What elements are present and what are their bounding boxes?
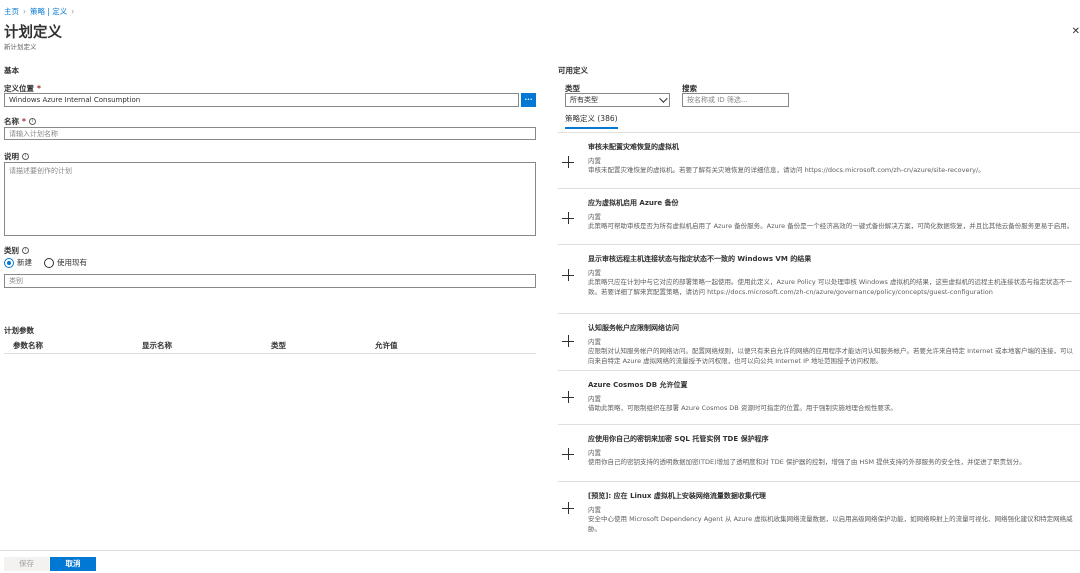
policy-description: 审核未配置灾难恢复的虚拟机。若要了解有关灾难恢复的详细信息，请访问 https:… bbox=[588, 166, 985, 174]
list-item: 应为虚拟机启用 Azure 备份 内置 此策略可帮助审核是否为所有虚拟机启用了 … bbox=[558, 188, 1080, 244]
page-subtitle: 新计划定义 bbox=[4, 43, 37, 51]
policy-description: 应限制对认知服务帐户的网络访问。配置网络规则，以便只有来自允许的网络的应用程序才… bbox=[588, 347, 1073, 365]
policy-type: 内置 bbox=[588, 395, 601, 403]
policy-description: 此策略可帮助审核是否为所有虚拟机启用了 Azure 备份服务。Azure 备份是… bbox=[588, 222, 1074, 230]
save-button[interactable]: 保存 bbox=[4, 557, 49, 571]
policy-type: 内置 bbox=[588, 157, 601, 165]
cancel-button[interactable]: 取消 bbox=[50, 557, 96, 571]
chevron-right-icon: › bbox=[71, 7, 75, 16]
description-label: 说明 i bbox=[4, 151, 29, 162]
add-icon[interactable] bbox=[562, 391, 574, 403]
radio-new[interactable] bbox=[4, 257, 14, 268]
info-icon[interactable]: i bbox=[22, 153, 29, 160]
col-type: 类型 bbox=[271, 341, 286, 350]
policy-title: 应为虚拟机启用 Azure 备份 bbox=[588, 199, 679, 207]
search-input[interactable]: 按名称或 ID 筛选... bbox=[682, 93, 789, 107]
name-field[interactable]: 请输入计划名称 bbox=[4, 127, 536, 140]
footer-bar: 保存 取消 bbox=[0, 550, 1080, 573]
policy-type: 内置 bbox=[588, 269, 601, 277]
policy-title: 审核未配置灾难恢复的虚拟机 bbox=[588, 143, 679, 151]
list-item: 显示审核远程主机连接状态与指定状态不一致的 Windows VM 的结果 内置 … bbox=[558, 244, 1080, 313]
location-field[interactable]: Windows Azure Internal Consumption bbox=[4, 93, 519, 107]
tab-policy-definitions[interactable]: 策略定义 (386) bbox=[565, 113, 618, 129]
add-icon[interactable] bbox=[562, 448, 574, 460]
add-icon[interactable] bbox=[562, 156, 574, 168]
close-icon[interactable]: ✕ bbox=[1072, 26, 1080, 37]
radio-existing[interactable] bbox=[44, 257, 54, 268]
breadcrumb: 主页 › 策略 | 定义 › bbox=[4, 6, 78, 17]
add-icon[interactable] bbox=[562, 269, 574, 281]
browse-location-button[interactable]: ... bbox=[521, 93, 536, 107]
list-item: 审核未配置灾难恢复的虚拟机 内置 审核未配置灾难恢复的虚拟机。若要了解有关灾难恢… bbox=[558, 132, 1080, 188]
col-allowed-values: 允许值 bbox=[375, 341, 398, 350]
policy-title: [预览]: 应在 Linux 虚拟机上安装网络流量数据收集代理 bbox=[588, 492, 766, 500]
policy-description: 安全中心使用 Microsoft Dependency Agent 从 Azur… bbox=[588, 515, 1073, 533]
add-icon[interactable] bbox=[562, 335, 574, 347]
policy-type: 内置 bbox=[588, 449, 601, 457]
policy-list: 审核未配置灾难恢复的虚拟机 内置 审核未配置灾难恢复的虚拟机。若要了解有关灾难恢… bbox=[558, 132, 1080, 541]
category-label: 类别 i bbox=[4, 245, 29, 256]
policy-title: 显示审核远程主机连接状态与指定状态不一致的 Windows VM 的结果 bbox=[588, 255, 812, 263]
policy-title: 认知服务帐户应限制网络访问 bbox=[588, 324, 679, 332]
list-item: Azure Cosmos DB 允许位置 内置 借助此策略，可限制组织在部署 A… bbox=[558, 370, 1080, 424]
breadcrumb-policy[interactable]: 策略 | 定义 bbox=[30, 6, 67, 17]
category-field[interactable]: 类别 bbox=[4, 274, 536, 288]
info-icon[interactable]: i bbox=[22, 247, 29, 254]
name-label: 名称 * i bbox=[4, 116, 36, 127]
params-table-header: 参数名称 显示名称 类型 允许值 bbox=[4, 338, 536, 354]
policy-description: 使用你自己的密钥支持的透明数据加密(TDE)增加了透明度和对 TDE 保护器的控… bbox=[588, 458, 1026, 466]
basics-section-title: 基本 bbox=[4, 66, 19, 75]
list-item: 认知服务帐户应限制网络访问 内置 应限制对认知服务帐户的网络访问。配置网络规则，… bbox=[558, 313, 1080, 370]
info-icon[interactable]: i bbox=[28, 118, 36, 125]
type-dropdown[interactable]: 所有类型 bbox=[565, 93, 670, 107]
breadcrumb-home[interactable]: 主页 bbox=[4, 6, 19, 17]
chevron-down-icon bbox=[659, 94, 668, 103]
add-icon[interactable] bbox=[562, 212, 574, 224]
policy-type: 内置 bbox=[588, 338, 601, 346]
list-item: [预览]: 应在 Linux 虚拟机上安装网络流量数据收集代理 内置 安全中心使… bbox=[558, 481, 1080, 541]
policy-title: Azure Cosmos DB 允许位置 bbox=[588, 381, 688, 389]
policy-description: 借助此策略，可限制组织在部署 Azure Cosmos DB 资源时可指定的位置… bbox=[588, 404, 897, 412]
col-display-name: 显示名称 bbox=[142, 341, 172, 350]
available-section-title: 可用定义 bbox=[558, 66, 588, 75]
page-title: 计划定义 bbox=[4, 25, 62, 41]
policy-type: 内置 bbox=[588, 506, 601, 514]
params-section-title: 计划参数 bbox=[4, 326, 34, 335]
add-icon[interactable] bbox=[562, 502, 574, 514]
col-param-name: 参数名称 bbox=[13, 341, 43, 350]
radio-new-label: 新建 bbox=[17, 258, 32, 267]
policy-type: 内置 bbox=[588, 213, 601, 221]
radio-existing-label: 使用现有 bbox=[57, 258, 87, 267]
policy-title: 应使用你自己的密钥来加密 SQL 托管实例 TDE 保护程序 bbox=[588, 435, 769, 443]
list-item: 应使用你自己的密钥来加密 SQL 托管实例 TDE 保护程序 内置 使用你自己的… bbox=[558, 424, 1080, 481]
category-radio-group: 新建 使用现有 bbox=[4, 257, 87, 268]
description-field[interactable]: 请描述要创作的计划 bbox=[4, 162, 536, 236]
chevron-right-icon: › bbox=[23, 7, 26, 16]
policy-description: 此策略只应在计划中与它对应的部署策略一起使用。使用此定义，Azure Polic… bbox=[588, 278, 1072, 296]
